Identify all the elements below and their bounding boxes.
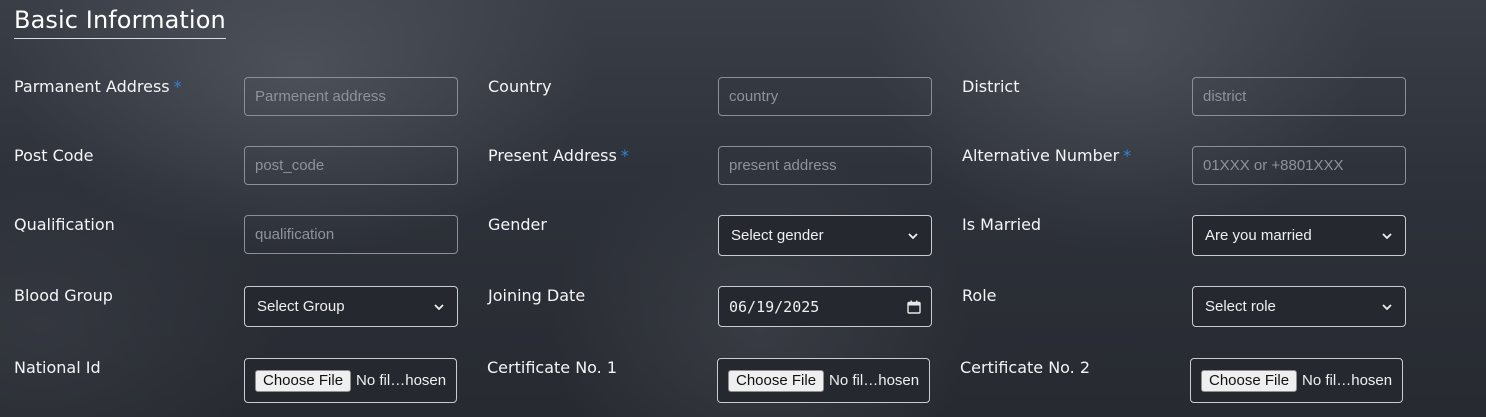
post-code-input[interactable] — [244, 146, 458, 185]
certificate-2-label: Certificate No. 2 — [960, 358, 1091, 377]
gender-select[interactable]: Select gender — [718, 215, 932, 256]
choose-file-button[interactable]: Choose File — [1201, 369, 1298, 392]
file-status-text: No fil…hosen — [356, 372, 447, 389]
post-code-label: Post Code — [14, 146, 94, 165]
country-input[interactable] — [718, 77, 932, 116]
chevron-down-icon — [908, 232, 918, 239]
permanent-address-input[interactable] — [244, 77, 458, 116]
joining-date-value: 06/19/2025 — [729, 297, 820, 316]
certificate-2-file-input[interactable]: Choose File No fil…hosen — [1190, 358, 1403, 403]
qualification-input[interactable] — [244, 215, 458, 254]
national-id-label: National Id — [14, 358, 101, 377]
section-title: Basic Information — [14, 6, 226, 39]
required-marker: * — [620, 146, 629, 165]
role-select-value: Select role — [1205, 298, 1276, 315]
chevron-down-icon — [434, 303, 444, 310]
certificate-1-label: Certificate No. 1 — [487, 358, 618, 377]
calendar-icon[interactable] — [907, 300, 921, 314]
alternative-number-input[interactable] — [1192, 146, 1406, 185]
national-id-file-input[interactable]: Choose File No fil…hosen — [244, 358, 457, 403]
required-marker: * — [1123, 146, 1132, 165]
role-label: Role — [962, 286, 997, 305]
chevron-down-icon — [1382, 303, 1392, 310]
permanent-address-label-text: Parmanent Address — [14, 77, 170, 96]
file-status-text: No fil…hosen — [829, 372, 920, 389]
qualification-label: Qualification — [14, 215, 115, 234]
chevron-down-icon — [1382, 232, 1392, 239]
present-address-label-text: Present Address — [488, 146, 617, 165]
district-label: District — [962, 77, 1020, 96]
choose-file-button[interactable]: Choose File — [255, 369, 352, 392]
file-status-text: No fil…hosen — [1302, 372, 1393, 389]
alternative-number-label-text: Alternative Number — [962, 146, 1120, 165]
present-address-input[interactable] — [718, 146, 932, 185]
present-address-label: Present Address * — [488, 146, 629, 165]
is-married-label: Is Married — [962, 215, 1042, 234]
gender-label: Gender — [488, 215, 547, 234]
choose-file-button[interactable]: Choose File — [728, 369, 825, 392]
is-married-select-value: Are you married — [1205, 227, 1312, 244]
certificate-1-file-input[interactable]: Choose File No fil…hosen — [717, 358, 930, 403]
blood-group-select-value: Select Group — [257, 298, 345, 315]
joining-date-input[interactable]: 06/19/2025 — [718, 286, 932, 327]
joining-date-label: Joining Date — [488, 286, 586, 305]
required-marker: * — [173, 77, 182, 96]
blood-group-label: Blood Group — [14, 286, 113, 305]
district-input[interactable] — [1192, 77, 1406, 116]
gender-select-value: Select gender — [731, 227, 824, 244]
alternative-number-label: Alternative Number * — [962, 146, 1131, 165]
blood-group-select[interactable]: Select Group — [244, 286, 458, 327]
permanent-address-label: Parmanent Address * — [14, 77, 182, 96]
role-select[interactable]: Select role — [1192, 286, 1406, 327]
country-label: Country — [488, 77, 552, 96]
is-married-select[interactable]: Are you married — [1192, 215, 1406, 256]
